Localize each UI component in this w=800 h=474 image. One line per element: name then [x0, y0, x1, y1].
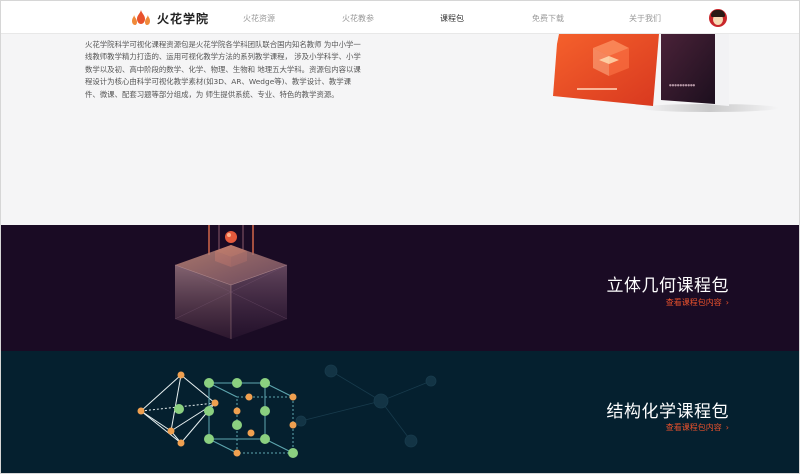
- nav-item-free-download[interactable]: 免费下载: [532, 13, 564, 24]
- svg-text:●●●●●●●●●●: ●●●●●●●●●●: [669, 83, 696, 87]
- chemistry-course-banner[interactable]: 结构化学课程包 查看课程包内容 ›: [1, 351, 799, 473]
- chemistry-course-title: 结构化学课程包: [606, 402, 729, 422]
- nav-item-course-packages[interactable]: 课程包: [440, 13, 464, 24]
- avatar-hair: [711, 10, 725, 17]
- chevron-right-icon: ›: [725, 298, 729, 307]
- page-frame: 火花学院 火花资源 火花教参 课程包 免费下载 关于我们 火花学院科学可视化课程…: [0, 0, 800, 474]
- user-avatar[interactable]: [709, 9, 727, 27]
- course-package-book-image: ●●●●●●●●●●: [553, 34, 779, 112]
- top-navbar: 火花学院 火花资源 火花教参 课程包 免费下载 关于我们: [1, 1, 799, 34]
- geometry-course-view-link[interactable]: 查看课程包内容 ›: [666, 297, 729, 308]
- chemistry-course-view-link[interactable]: 查看课程包内容 ›: [666, 422, 729, 433]
- nav-item-about-us[interactable]: 关于我们: [629, 13, 661, 24]
- nav-item-resources[interactable]: 火花资源: [243, 13, 275, 24]
- geometry-course-link-label: 查看课程包内容: [665, 298, 722, 307]
- nav-item-references[interactable]: 火花教参: [342, 13, 374, 24]
- flame-logo-icon: [132, 10, 150, 25]
- brand-name: 火花学院: [157, 11, 210, 26]
- geometry-course-banner[interactable]: 立体几何课程包 查看课程包内容 ›: [1, 225, 799, 351]
- geometry-course-title: 立体几何课程包: [606, 276, 729, 296]
- chemistry-course-link-label: 查看课程包内容: [665, 423, 722, 432]
- intro-description: 火花学院科学可视化课程资源包是火花学院各学科团队联合国内知名教师 为中小学一线教…: [85, 40, 361, 99]
- chevron-right-icon: ›: [725, 423, 729, 432]
- brand-logo[interactable]: 火花学院: [129, 9, 209, 27]
